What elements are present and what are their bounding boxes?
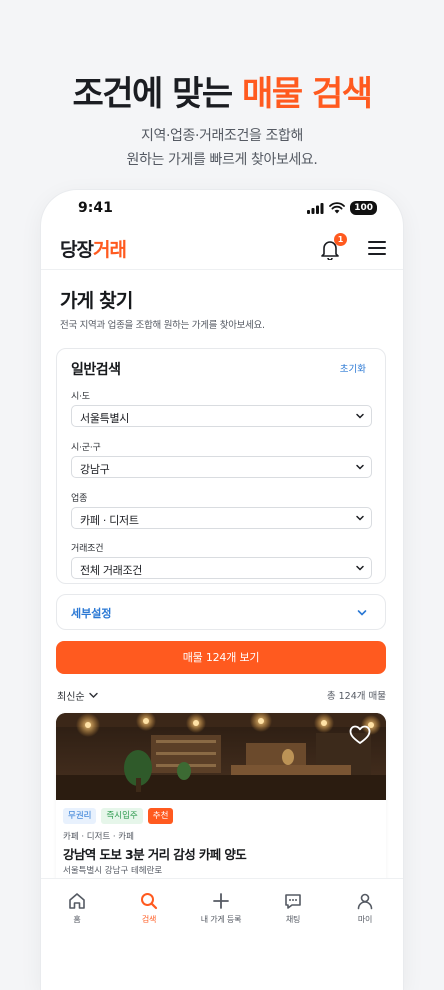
view-listings-button[interactable]: 매물 124개 보기 <box>56 641 386 674</box>
region-label: 시·도 <box>71 392 90 402</box>
notification-button[interactable]: 1 <box>319 233 347 261</box>
wifi-icon <box>329 202 346 214</box>
search-filter-card: 일반검색 초기화 시·도 서울특별시 시·군·구 강남구 업종 카페 · 디저트… <box>56 348 386 584</box>
tag-recommended: 추천 <box>147 808 174 824</box>
tab-my[interactable]: 마이 <box>329 891 401 925</box>
tag-no-premium: 무권리 <box>63 808 97 824</box>
plus-icon <box>213 893 229 909</box>
hero-subtitle-line2: 원하는 가게를 빠르게 찾아보세요. <box>126 152 318 168</box>
hero-title-accent: 매물 검색 <box>242 74 373 114</box>
hero-title-main: 조건에 맞는 <box>72 74 243 114</box>
chevron-down-icon <box>356 515 364 521</box>
deal-condition-select-value: 전체 거래조건 <box>80 564 143 577</box>
business-type-select[interactable]: 카페 · 디저트 <box>71 507 372 529</box>
district-label: 시·군·구 <box>71 443 101 453</box>
logo-part1: 당장 <box>60 239 94 261</box>
tab-chat[interactable]: 채팅 <box>257 891 329 925</box>
status-bar: 9:41 100 <box>41 190 403 226</box>
status-icons: 100 <box>307 201 377 215</box>
page-title: 가게 찾기 <box>60 290 133 312</box>
business-type-select-value: 카페 · 디저트 <box>80 514 139 527</box>
deal-condition-select[interactable]: 전체 거래조건 <box>71 557 372 579</box>
cafe-photo <box>56 713 386 800</box>
listing-title: 강남역 도보 3분 거리 감성 카페 양도 <box>63 847 247 862</box>
sort-dropdown[interactable]: 최신순 <box>57 688 98 703</box>
hero-title: 조건에 맞는 매물 검색 <box>0 66 444 115</box>
tab-home[interactable]: 홈 <box>41 891 113 925</box>
hero-subtitle-line1: 지역·업종·거래조건을 조합해 <box>141 128 303 144</box>
deal-condition-label: 거래조건 <box>71 544 104 554</box>
hero-subtitle: 지역·업종·거래조건을 조합해 원하는 가게를 빠르게 찾아보세요. <box>0 124 444 172</box>
logo-part2: 거래 <box>92 239 127 261</box>
listing-category: 카페 · 디저트 · 카페 <box>63 832 134 842</box>
tab-search[interactable]: 검색 <box>113 891 185 925</box>
reset-button[interactable]: 초기화 <box>340 361 366 375</box>
detail-settings-toggle[interactable]: 세부설정 <box>56 594 386 630</box>
tab-search-label: 검색 <box>141 915 157 924</box>
region-select[interactable]: 서울특별시 <box>71 405 372 427</box>
business-type-label: 업종 <box>71 494 88 504</box>
chevron-down-icon <box>357 610 367 616</box>
battery-indicator: 100 <box>350 201 377 215</box>
search-icon <box>141 893 158 910</box>
detail-settings-label: 세부설정 <box>71 607 112 620</box>
listing-card[interactable]: 무권리 즉시입주 추천 카페 · 디저트 · 카페 강남역 도보 3분 거리 감… <box>56 713 386 888</box>
district-select-value: 강남구 <box>80 463 110 476</box>
person-icon <box>357 893 373 910</box>
bottom-tab-bar: 홈 검색 내 가게 등록 채팅 마이 <box>41 878 403 990</box>
signal-icon <box>307 202 324 214</box>
phone-frame: 9:41 100 당장거래 1 가게 찾기 전국 지역과 업종을 조합해 원하는… <box>41 190 403 990</box>
notification-badge: 1 <box>334 233 347 246</box>
chevron-down-icon <box>356 565 364 571</box>
sort-label: 최신순 <box>57 692 85 703</box>
tab-register-store[interactable]: 내 가게 등록 <box>185 891 257 925</box>
listing-tags: 무권리 즉시입주 추천 <box>63 808 174 824</box>
total-count: 총 124개 매물 <box>326 691 386 702</box>
chevron-down-icon <box>88 692 98 698</box>
tab-chat-label: 채팅 <box>285 915 301 924</box>
home-icon <box>69 893 85 909</box>
chevron-down-icon <box>356 413 364 419</box>
page-description: 전국 지역과 업종을 조합해 원하는 가게를 찾아보세요. <box>60 320 265 331</box>
district-select[interactable]: 강남구 <box>71 456 372 478</box>
filter-title: 일반검색 <box>71 362 121 378</box>
tab-home-label: 홈 <box>73 915 81 924</box>
tab-register-store-label: 내 가게 등록 <box>200 915 242 924</box>
hero-section: 조건에 맞는 매물 검색 지역·업종·거래조건을 조합해 원하는 가게를 빠르게… <box>0 0 444 200</box>
app-logo[interactable]: 당장거래 <box>60 235 127 262</box>
app-header: 당장거래 1 <box>41 226 403 270</box>
hamburger-menu-icon[interactable] <box>368 240 386 256</box>
status-time: 9:41 <box>78 200 113 216</box>
chat-icon <box>285 894 301 909</box>
heart-icon[interactable] <box>349 725 371 745</box>
tag-immediate-move-in: 즉시입주 <box>101 808 143 824</box>
listing-address: 서울특별시 강남구 테헤란로 <box>63 866 163 876</box>
tab-my-label: 마이 <box>357 915 373 924</box>
chevron-down-icon <box>356 464 364 470</box>
region-select-value: 서울특별시 <box>80 412 130 425</box>
